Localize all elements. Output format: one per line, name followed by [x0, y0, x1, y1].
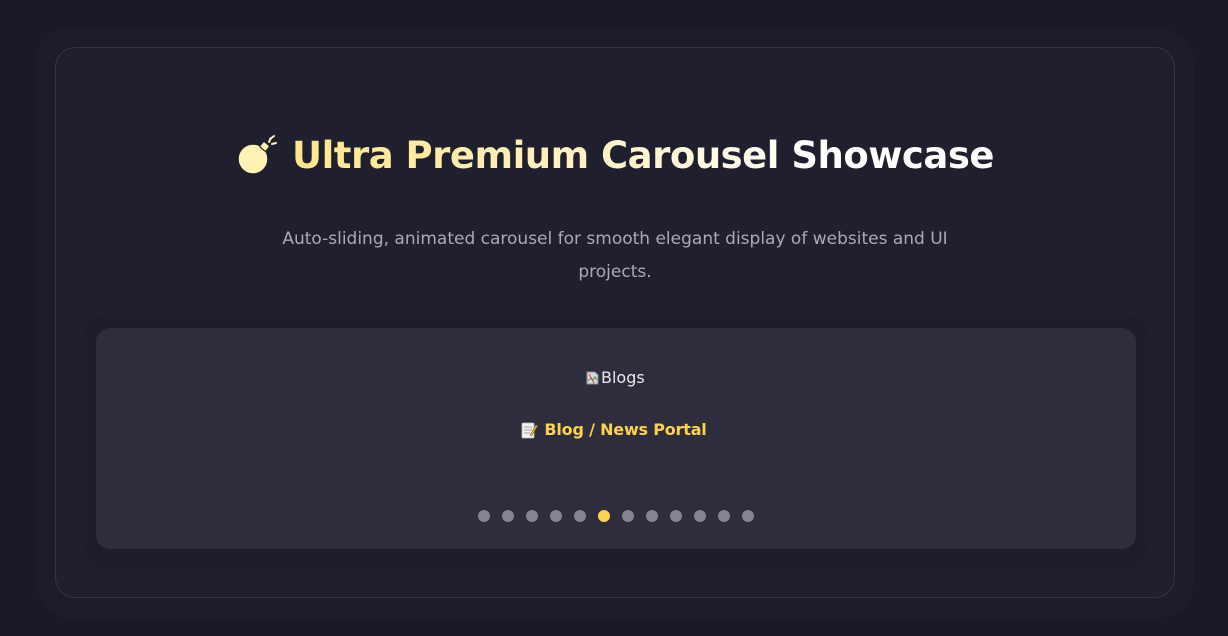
bomb-icon [234, 133, 278, 177]
slide-caption-text: Blog / News Portal [544, 420, 707, 439]
page-subtitle: Auto-sliding, animated carousel for smoo… [282, 229, 948, 282]
carousel-dot-7[interactable] [622, 510, 634, 522]
carousel-dot-10[interactable] [694, 510, 706, 522]
page-title: Ultra Premium Carousel Showcase [292, 133, 994, 177]
carousel-dot-5[interactable] [574, 510, 586, 522]
carousel-dot-8[interactable] [646, 510, 658, 522]
memo-icon [521, 421, 539, 439]
header: Ultra Premium Carousel Showcase [0, 133, 1228, 177]
broken-image-icon [586, 370, 600, 386]
slide-caption: Blog / News Portal [0, 420, 1228, 439]
carousel-dot-6[interactable] [598, 510, 610, 522]
carousel-dot-9[interactable] [670, 510, 682, 522]
slide-image[interactable]: Blogs [586, 368, 645, 387]
carousel-dots [478, 510, 754, 522]
slide-image-alt: Blogs [601, 368, 645, 387]
carousel-dot-3[interactable] [526, 510, 538, 522]
carousel-dot-4[interactable] [550, 510, 562, 522]
carousel-dot-2[interactable] [502, 510, 514, 522]
carousel-dot-1[interactable] [478, 510, 490, 522]
carousel-dot-12[interactable] [742, 510, 754, 522]
carousel-dot-11[interactable] [718, 510, 730, 522]
